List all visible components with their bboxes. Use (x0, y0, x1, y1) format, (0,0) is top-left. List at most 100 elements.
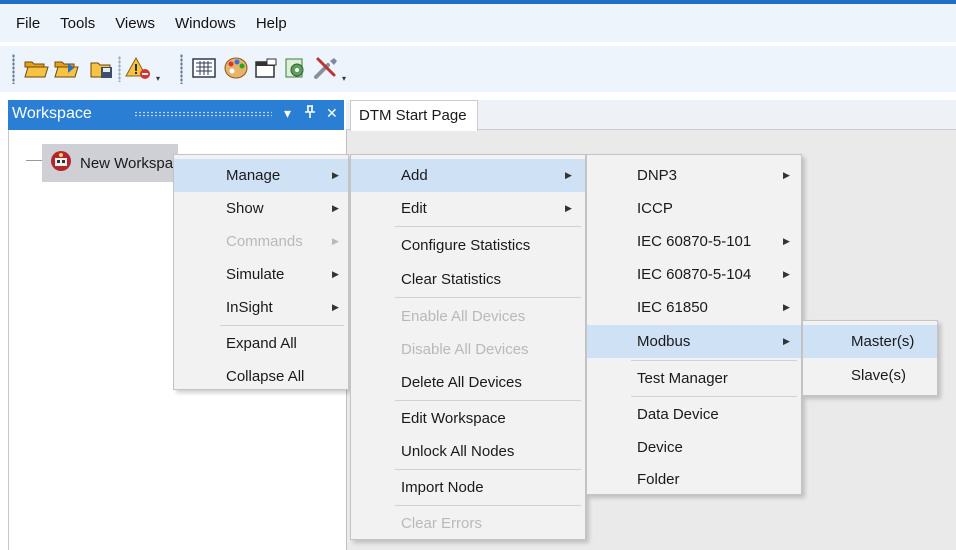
menu-separator (631, 360, 797, 361)
workspace-header-drag-area[interactable] (134, 111, 272, 118)
toolbar-grip-2[interactable] (180, 54, 183, 84)
menu-item-label: Edit (401, 200, 427, 217)
tree-connector (26, 160, 42, 161)
submenu-arrow-icon: ▶ (332, 170, 339, 180)
toolbar-overflow-arrow[interactable]: ▾ (156, 74, 160, 83)
menu-item-iec-60870-5-104[interactable]: IEC 60870-5-104 ▶ (587, 258, 801, 291)
menu-item-insight[interactable]: InSight ▶ (174, 291, 348, 324)
save-icon[interactable] (88, 54, 116, 82)
menu-separator (395, 505, 581, 506)
tab-dtm-start-page[interactable]: DTM Start Page (350, 100, 478, 131)
menu-item-label: Clear Errors (401, 515, 482, 532)
menu-item-label: IEC 60870-5-101 (637, 233, 752, 250)
submenu-arrow-icon: ▶ (783, 269, 790, 279)
tree-node-workspace[interactable]: New Workspace (42, 144, 178, 182)
menu-item-label: Manage (226, 167, 281, 184)
menu-item-label: Collapse All (226, 368, 305, 385)
submenu-arrow-icon: ▶ (783, 236, 790, 246)
menu-item-label: Add (401, 167, 428, 184)
toolbar-overflow-arrow-2[interactable]: ▾ (342, 74, 346, 83)
menu-item-edit-workspace[interactable]: Edit Workspace (351, 402, 585, 435)
submenu-arrow-icon: ▶ (783, 170, 790, 180)
menu-tools[interactable]: Tools (50, 15, 105, 32)
menu-item-label: Slave(s) (851, 367, 907, 384)
menu-item-label: IEC 60870-5-104 (637, 266, 752, 283)
menu-separator (395, 297, 581, 298)
menu-item-label: Master(s) (851, 333, 915, 350)
workspace-title: Workspace (12, 105, 92, 122)
submenu-arrow-icon: ▶ (565, 170, 572, 180)
warning-icon[interactable] (124, 54, 152, 82)
menu-item-label: InSight (226, 299, 273, 316)
toolbar: ▾ ▾ (0, 46, 956, 92)
menu-item-label: ICCP (637, 200, 673, 217)
menu-item-label: Test Manager (637, 370, 728, 387)
menu-item-commands: Commands ▶ (174, 225, 348, 258)
toolbar-grip[interactable] (12, 54, 15, 84)
menu-item-unlock-all-nodes[interactable]: Unlock All Nodes (351, 435, 585, 468)
menu-separator (395, 400, 581, 401)
menu-views[interactable]: Views (105, 15, 165, 32)
menu-item-dnp3[interactable]: DNP3 ▶ (587, 159, 801, 192)
menu-item-collapse-all[interactable]: Collapse All (174, 360, 348, 393)
workspace-node-icon (50, 150, 72, 176)
menu-item-master[interactable]: Master(s) (803, 325, 937, 358)
menu-item-label: Delete All Devices (401, 374, 522, 391)
menu-item-import-node[interactable]: Import Node (351, 471, 585, 504)
workspace-dropdown-button[interactable]: ▾ (284, 105, 291, 122)
modbus-submenu: Master(s) Slave(s) (802, 320, 938, 396)
menu-file[interactable]: File (0, 15, 50, 32)
menu-item-label: Unlock All Nodes (401, 443, 515, 460)
submenu-arrow-icon: ▶ (332, 302, 339, 312)
menu-item-configure-statistics[interactable]: Configure Statistics (351, 229, 585, 262)
menu-item-label: Expand All (226, 335, 297, 352)
window-icon[interactable] (252, 54, 280, 82)
menu-item-add[interactable]: Add ▶ (351, 159, 585, 192)
submenu-arrow-icon: ▶ (332, 269, 339, 279)
import-folder-icon[interactable] (52, 54, 80, 82)
menu-item-iec-61850[interactable]: IEC 61850 ▶ (587, 291, 801, 324)
menu-item-label: Clear Statistics (401, 271, 502, 288)
menu-item-modbus[interactable]: Modbus ▶ (587, 325, 801, 358)
menu-help[interactable]: Help (246, 15, 297, 32)
menu-item-label: DNP3 (637, 167, 678, 184)
menu-item-label: Data Device (637, 406, 719, 423)
menu-item-label: Folder (637, 471, 680, 488)
menu-item-label: Disable All Devices (401, 341, 529, 358)
menu-item-label: Device (637, 439, 683, 456)
open-folder-icon[interactable] (22, 54, 50, 82)
menu-item-delete-all-devices[interactable]: Delete All Devices (351, 366, 585, 399)
menu-item-manage[interactable]: Manage ▶ (174, 159, 348, 192)
menu-item-device[interactable]: Device (587, 431, 801, 464)
submenu-arrow-icon: ▶ (332, 203, 339, 213)
menu-separator (220, 325, 344, 326)
network-device-icon[interactable] (282, 54, 310, 82)
menu-windows[interactable]: Windows (165, 15, 246, 32)
menu-item-slave[interactable]: Slave(s) (803, 359, 937, 392)
menu-item-label: Modbus (637, 333, 691, 350)
menu-item-clear-statistics[interactable]: Clear Statistics (351, 263, 585, 296)
menu-item-label: Enable All Devices (401, 308, 526, 325)
menu-separator (395, 226, 581, 227)
workspace-header: Workspace ▾ ✕ (8, 100, 344, 130)
grid-view-icon[interactable] (190, 54, 218, 82)
menu-item-iec-60870-5-101[interactable]: IEC 60870-5-101 ▶ (587, 225, 801, 258)
menu-bar: File Tools Views Windows Help (0, 4, 956, 42)
menu-item-folder[interactable]: Folder (587, 463, 801, 496)
menu-item-expand-all[interactable]: Expand All (174, 327, 348, 360)
menu-item-edit[interactable]: Edit ▶ (351, 192, 585, 225)
menu-item-test-manager[interactable]: Test Manager (587, 362, 801, 395)
menu-item-iccp[interactable]: ICCP (587, 192, 801, 225)
menu-item-label: Configure Statistics (401, 237, 531, 254)
close-icon[interactable]: ✕ (326, 105, 338, 122)
menu-item-show[interactable]: Show ▶ (174, 192, 348, 225)
submenu-arrow-icon: ▶ (783, 336, 790, 346)
tools-icon[interactable] (312, 54, 340, 82)
pin-icon[interactable] (304, 105, 316, 122)
menu-item-data-device[interactable]: Data Device (587, 398, 801, 431)
palette-icon[interactable] (222, 54, 250, 82)
manage-submenu: Add ▶ Edit ▶ Configure Statistics Clear … (350, 154, 586, 540)
menu-item-simulate[interactable]: Simulate ▶ (174, 258, 348, 291)
menu-item-label: Import Node (401, 479, 484, 496)
menu-item-label: Edit Workspace (401, 410, 506, 427)
